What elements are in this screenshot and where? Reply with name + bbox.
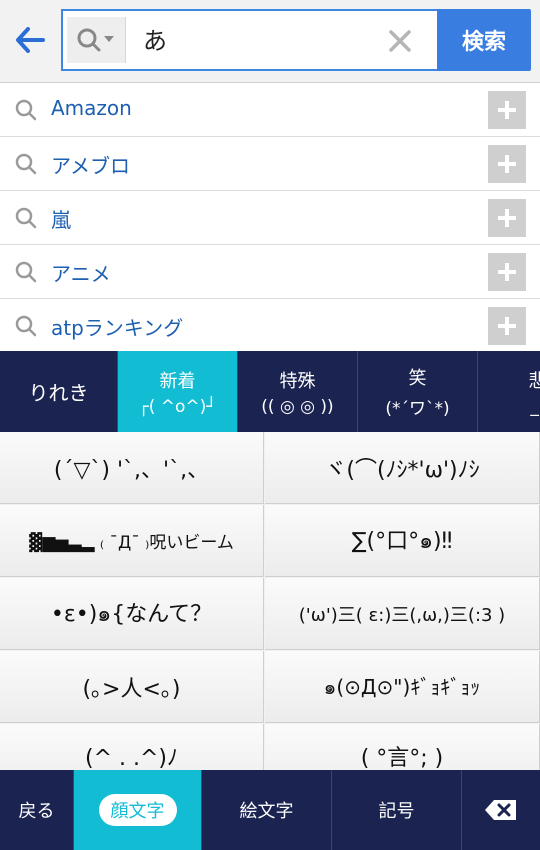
keyboard-bottom-bar: 戻る 顔文字 絵文字 記号 xyxy=(0,770,540,850)
clear-icon[interactable] xyxy=(383,24,417,58)
kaomoji-cell[interactable]: (｡>人<｡) xyxy=(0,651,264,723)
search-input[interactable]: あ xyxy=(143,21,167,56)
tab-emoji[interactable]: 絵文字 xyxy=(202,770,332,850)
search-icon xyxy=(15,153,37,175)
suggestion-item[interactable]: Amazon xyxy=(0,83,540,137)
plus-icon[interactable] xyxy=(488,91,526,129)
plus-icon[interactable] xyxy=(488,145,526,183)
search-icon xyxy=(15,261,37,283)
kaomoji-cell[interactable]: ヾ(⌒(ﾉｼ*'ω')ﾉｼ xyxy=(265,432,540,504)
kaomoji-cell[interactable]: ∑(°口°๑)‼ xyxy=(265,505,540,577)
suggestion-text: Amazon xyxy=(51,96,132,120)
kaomoji-cell[interactable]: •ε•)๑{なんて？ xyxy=(0,578,264,650)
tab-emoticon: (( ◎ ◎ )) xyxy=(261,396,334,417)
tab-label: 悲 xyxy=(528,370,540,392)
search-icon xyxy=(15,99,37,121)
suggestion-text: atpランキング xyxy=(51,316,184,340)
suggestion-item[interactable]: atpランキング xyxy=(0,299,540,353)
plus-icon[interactable] xyxy=(488,253,526,291)
tab-emoticon: ┌( ^o^)┘ xyxy=(138,396,217,417)
tab-label: 特殊 xyxy=(279,370,316,392)
back-button[interactable]: 戻る xyxy=(0,770,74,850)
suggestion-text: アニメ xyxy=(51,262,111,286)
tab-symbols[interactable]: 記号 xyxy=(332,770,462,850)
suggestion-item[interactable]: 嵐 xyxy=(0,191,540,245)
search-scope-icon xyxy=(77,28,114,52)
tab-emoticon: _| xyxy=(530,396,540,417)
tab-new[interactable]: 新着 ┌( ^o^)┘ xyxy=(118,351,238,432)
backspace-icon[interactable] xyxy=(462,770,540,850)
tab-emoticon: (*´ワ`*) xyxy=(385,399,450,419)
plus-icon[interactable] xyxy=(488,307,526,345)
kaomoji-cell[interactable]: ▓▆▅▃▂ ₍ ¯Д¯ ₎呪いビーム xyxy=(0,505,264,577)
search-icon xyxy=(15,207,37,229)
search-icon xyxy=(15,315,37,337)
tab-sad[interactable]: 悲 _| xyxy=(478,351,540,432)
tab-label: 新着 xyxy=(159,370,196,392)
suggestion-item[interactable]: アニメ xyxy=(0,245,540,299)
tab-kaomoji[interactable]: 顔文字 xyxy=(74,770,202,850)
back-arrow-icon[interactable] xyxy=(8,18,52,62)
kaomoji-category-tabs: りれき 新着 ┌( ^o^)┘ 特殊 (( ◎ ◎ )) 笑 (*´ワ`*) 悲… xyxy=(0,351,540,432)
kaomoji-cell[interactable]: ('ω')三( ε:)三(,ω,)三(:3 ) xyxy=(265,578,540,650)
tab-label: 笑 xyxy=(408,368,427,389)
tab-laugh[interactable]: 笑 (*´ワ`*) xyxy=(358,351,478,432)
tab-kaomoji-label: 顔文字 xyxy=(98,794,177,826)
kaomoji-cell[interactable]: (^ . .^)ﾉ xyxy=(0,724,264,770)
suggestion-text: アメブロ xyxy=(51,154,130,178)
kaomoji-cell[interactable]: ( °言°; ) xyxy=(265,724,540,770)
tab-label: りれき xyxy=(28,381,89,405)
search-button[interactable]: 検索 xyxy=(437,9,531,71)
search-scope-dropdown[interactable] xyxy=(67,17,126,63)
tab-special[interactable]: 特殊 (( ◎ ◎ )) xyxy=(238,351,358,432)
plus-icon[interactable] xyxy=(488,199,526,237)
search-bar: あ 検索 xyxy=(0,0,540,83)
kaomoji-grid: (´▽`) '`,、'`,、 ヾ(⌒(ﾉｼ*'ω')ﾉｼ ▓▆▅▃▂ ₍ ¯Д¯… xyxy=(0,432,540,770)
suggestion-list: Amazon アメブロ 嵐 アニメ atpランキング xyxy=(0,83,540,353)
kaomoji-cell[interactable]: (´▽`) '`,、'`,、 xyxy=(0,432,264,504)
kaomoji-cell[interactable]: ๑(⊙Д⊙")ｷﾞｮｷﾞｮｯ xyxy=(265,651,540,723)
search-field[interactable]: あ xyxy=(61,9,437,71)
tab-history[interactable]: りれき xyxy=(0,351,118,432)
suggestion-text: 嵐 xyxy=(51,208,71,232)
suggestion-item[interactable]: アメブロ xyxy=(0,137,540,191)
